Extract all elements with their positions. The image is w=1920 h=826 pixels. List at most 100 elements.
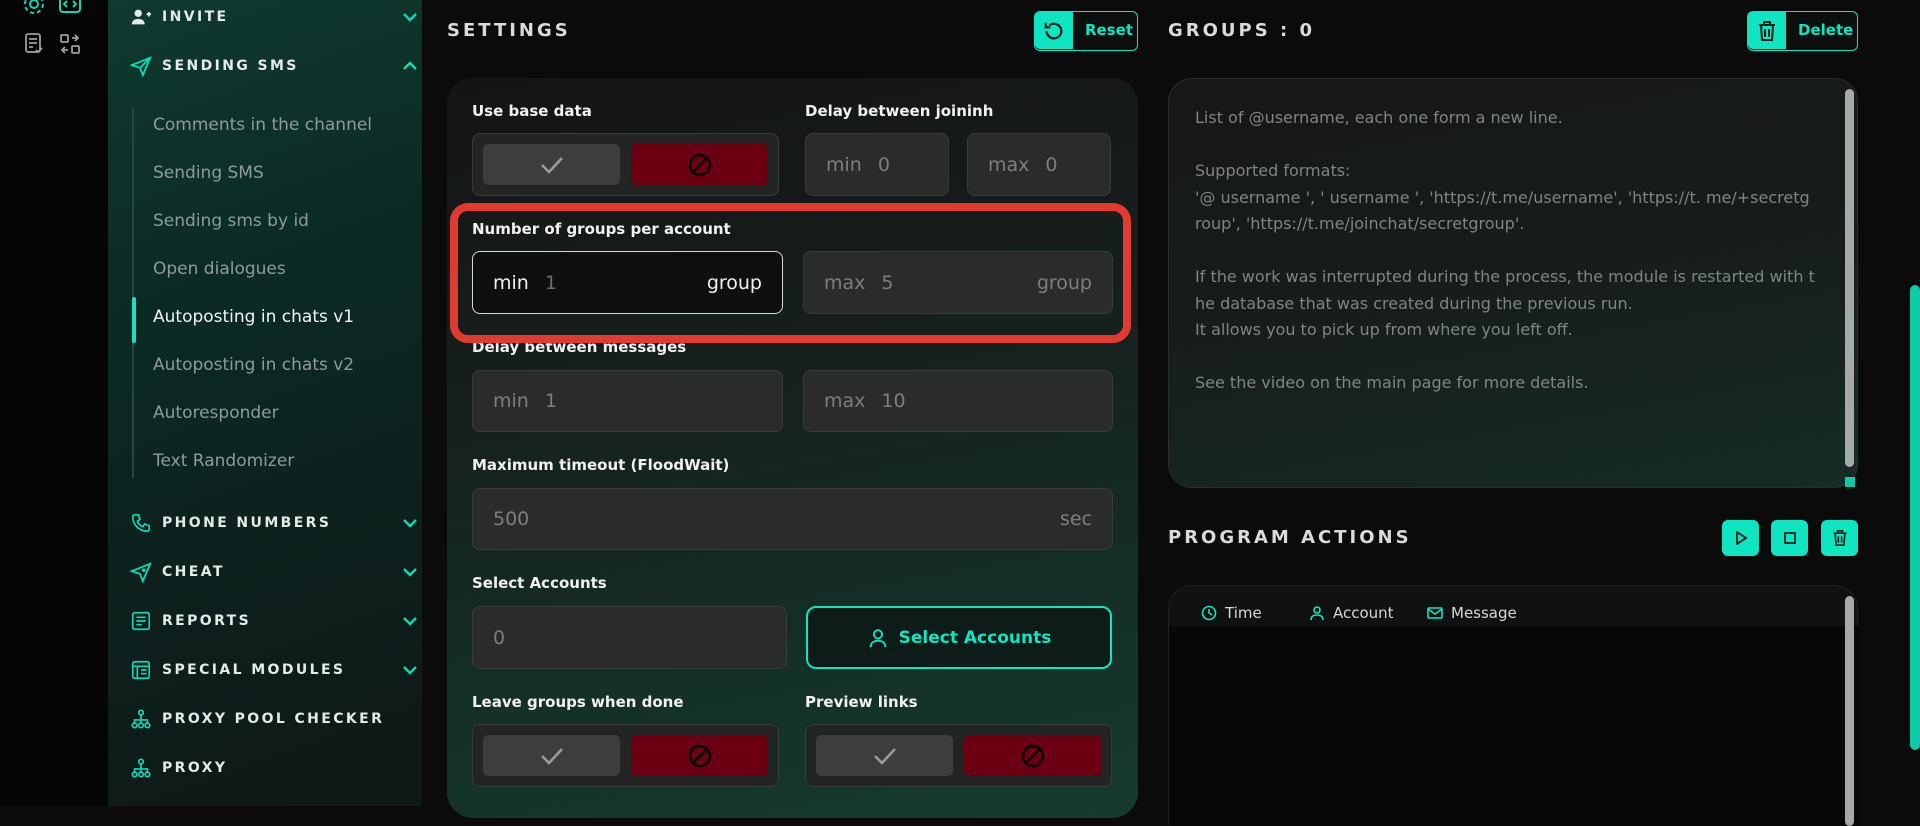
report-icon bbox=[131, 611, 151, 631]
submenu-active-indicator bbox=[132, 297, 136, 343]
block-icon bbox=[1021, 744, 1044, 767]
clock-icon bbox=[1201, 605, 1217, 621]
sidebar-section-cheat[interactable]: CHEAT bbox=[130, 557, 420, 587]
sidebar-section-reports[interactable]: REPORTS bbox=[130, 606, 420, 636]
gear-icon[interactable] bbox=[22, 0, 46, 16]
reset-button[interactable]: Reset bbox=[1034, 11, 1138, 51]
max-value: 0 bbox=[1045, 153, 1058, 176]
column-message: Message bbox=[1427, 604, 1517, 622]
sidebar-section-label: PROXY bbox=[162, 760, 228, 776]
select-accounts-label: Select Accounts bbox=[898, 627, 1052, 648]
sidebar-item-comments-in-channel[interactable]: Comments in the channel bbox=[153, 110, 372, 140]
refresh-icon bbox=[1044, 22, 1063, 39]
toggle-no[interactable] bbox=[631, 144, 768, 185]
groups-placeholder: List of @username, each one form a new l… bbox=[1195, 108, 1815, 392]
chevron-down-icon[interactable] bbox=[400, 660, 420, 680]
settings-panel: Use base data Delay between joininh min … bbox=[447, 78, 1138, 818]
highlight-frame bbox=[450, 203, 1131, 343]
select-accounts-button[interactable]: Select Accounts bbox=[806, 606, 1112, 669]
sidebar-item-autoposting-v2[interactable]: Autoposting in chats v2 bbox=[153, 350, 354, 380]
sidebar-section-label: PHONE NUMBERS bbox=[162, 515, 332, 531]
select-accounts-label: Select Accounts bbox=[472, 574, 607, 592]
sidebar-item-text-randomizer[interactable]: Text Randomizer bbox=[153, 446, 294, 476]
sidebar-item-autoposting-v1[interactable]: Autoposting in chats v1 bbox=[153, 302, 354, 332]
delete-icon-wrap bbox=[1748, 12, 1786, 49]
user-add-icon bbox=[131, 9, 152, 25]
send-icon bbox=[130, 56, 152, 77]
groups-title: GROUPS : 0 bbox=[1168, 20, 1315, 41]
groups-textarea[interactable]: List of @username, each one form a new l… bbox=[1168, 78, 1858, 488]
user-icon bbox=[1310, 606, 1324, 621]
delay-messages-max[interactable]: max 10 bbox=[803, 370, 1113, 432]
sidebar-section-phone-numbers[interactable]: PHONE NUMBERS bbox=[130, 508, 420, 538]
timeout-input[interactable]: 500 sec bbox=[472, 488, 1113, 550]
sidebar-item-sending-sms-by-id[interactable]: Sending sms by id bbox=[153, 206, 309, 236]
rocket-icon bbox=[130, 562, 152, 583]
textarea-scrollbar[interactable] bbox=[1845, 89, 1854, 467]
unit-suffix: sec bbox=[1059, 508, 1092, 530]
delay-joining-min[interactable]: min 0 bbox=[805, 133, 949, 196]
max-prefix: max bbox=[988, 153, 1030, 176]
column-label: Time bbox=[1225, 604, 1262, 622]
block-icon bbox=[688, 153, 711, 176]
chevron-up-icon[interactable] bbox=[400, 56, 420, 76]
timeout-value: 500 bbox=[493, 508, 530, 530]
sidebar-section-proxy[interactable]: PROXY bbox=[130, 753, 420, 783]
delay-joining-label: Delay between joininh bbox=[805, 102, 994, 120]
mail-icon bbox=[1427, 607, 1443, 619]
modules-icon bbox=[131, 660, 151, 680]
max-value: 10 bbox=[881, 390, 906, 412]
toggle-no[interactable] bbox=[631, 735, 768, 776]
delay-joining-max[interactable]: max 0 bbox=[967, 133, 1111, 196]
program-actions-log: Time Account Message bbox=[1168, 585, 1859, 826]
sidebar-section-label: SPECIAL MODULES bbox=[162, 662, 346, 678]
resize-handle-icon[interactable] bbox=[1845, 477, 1855, 487]
chevron-down-icon[interactable] bbox=[400, 513, 420, 533]
submenu-track bbox=[132, 108, 134, 478]
preview-links-toggle[interactable] bbox=[805, 724, 1112, 787]
transfer-icon[interactable] bbox=[58, 32, 82, 56]
start-button[interactable] bbox=[1722, 520, 1759, 556]
preview-links-label: Preview links bbox=[805, 693, 918, 711]
code-icon[interactable] bbox=[58, 0, 82, 16]
check-icon bbox=[540, 156, 563, 174]
leave-groups-toggle[interactable] bbox=[472, 724, 779, 787]
toggle-no[interactable] bbox=[964, 735, 1101, 776]
use-base-data-label: Use base data bbox=[472, 102, 592, 120]
sidebar-section-label: REPORTS bbox=[162, 613, 252, 629]
network-icon bbox=[131, 709, 151, 729]
sidebar-section-invite[interactable]: INVITE bbox=[130, 2, 420, 32]
chevron-down-icon[interactable] bbox=[400, 611, 420, 631]
log-scrollbar[interactable] bbox=[1845, 596, 1854, 826]
clear-log-button[interactable] bbox=[1821, 520, 1858, 556]
toggle-yes[interactable] bbox=[816, 735, 953, 776]
play-icon bbox=[1735, 531, 1748, 545]
settings-title: SETTINGS bbox=[447, 20, 571, 41]
sidebar-item-open-dialogues[interactable]: Open dialogues bbox=[153, 254, 286, 284]
column-label: Account bbox=[1333, 604, 1394, 622]
accounts-count: 0 bbox=[472, 606, 787, 669]
timeout-label: Maximum timeout (FloodWait) bbox=[472, 456, 730, 474]
sidebar-section-label: SENDING SMS bbox=[162, 58, 299, 74]
max-prefix: max bbox=[824, 390, 866, 412]
sidebar-section-special-modules[interactable]: SPECIAL MODULES bbox=[130, 655, 420, 685]
sidebar-item-sending-sms[interactable]: Sending SMS bbox=[153, 158, 264, 188]
chevron-down-icon[interactable] bbox=[400, 562, 420, 582]
column-account: Account bbox=[1309, 604, 1394, 622]
chevron-down-icon[interactable] bbox=[400, 7, 420, 27]
checklist-icon[interactable] bbox=[22, 32, 46, 56]
use-base-data-toggle[interactable] bbox=[472, 133, 779, 196]
toggle-yes[interactable] bbox=[483, 735, 620, 776]
sidebar-item-autoresponder[interactable]: Autoresponder bbox=[153, 398, 279, 428]
phone-icon bbox=[131, 513, 151, 533]
sidebar-section-proxy-pool-checker[interactable]: PROXY POOL CHECKER bbox=[130, 704, 420, 734]
sidebar-section-sending-sms[interactable]: SENDING SMS bbox=[130, 51, 420, 81]
network-icon bbox=[131, 758, 151, 778]
delay-messages-min[interactable]: min 1 bbox=[472, 370, 783, 432]
page-scrollbar-thumb[interactable] bbox=[1910, 285, 1920, 750]
accounts-count-value: 0 bbox=[493, 626, 506, 649]
stop-button[interactable] bbox=[1771, 520, 1808, 556]
delete-button[interactable]: Delete bbox=[1747, 11, 1858, 51]
toggle-yes[interactable] bbox=[483, 144, 620, 185]
reset-icon-wrap bbox=[1035, 12, 1073, 49]
